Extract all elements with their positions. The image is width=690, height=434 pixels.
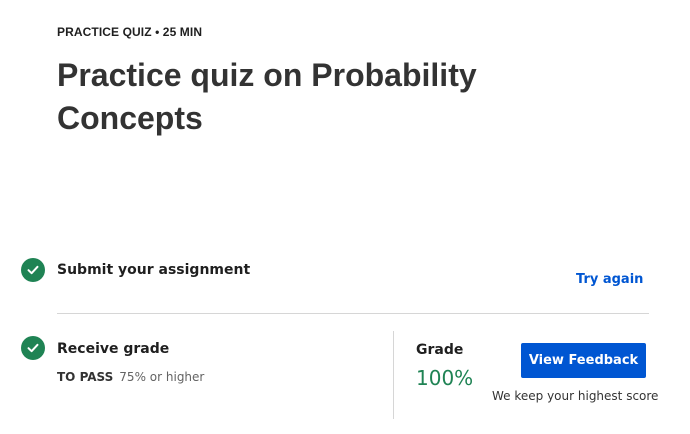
step-submit-assignment-label: Submit your assignment xyxy=(57,262,251,278)
checkmark-icon xyxy=(21,258,45,282)
grade-value: 100% xyxy=(416,366,474,390)
view-feedback-button[interactable]: View Feedback xyxy=(521,343,646,378)
highest-score-note: We keep your highest score xyxy=(492,389,659,403)
quiz-meta: PRACTICE QUIZ • 25 MIN xyxy=(57,25,203,39)
step-receive-grade-label: Receive grade xyxy=(57,341,170,357)
page-title: Practice quiz on Probability Concepts xyxy=(57,57,477,136)
pass-requirement-label: TO PASS xyxy=(57,370,114,384)
grade-column-divider xyxy=(393,331,394,419)
pass-requirement-value: 75% or higher xyxy=(119,370,205,384)
try-again-button[interactable]: Try again xyxy=(576,272,643,287)
section-divider xyxy=(57,313,649,314)
grade-label: Grade xyxy=(416,342,464,358)
pass-requirement: TO PASS 75% or higher xyxy=(57,370,204,384)
checkmark-icon xyxy=(21,336,45,360)
